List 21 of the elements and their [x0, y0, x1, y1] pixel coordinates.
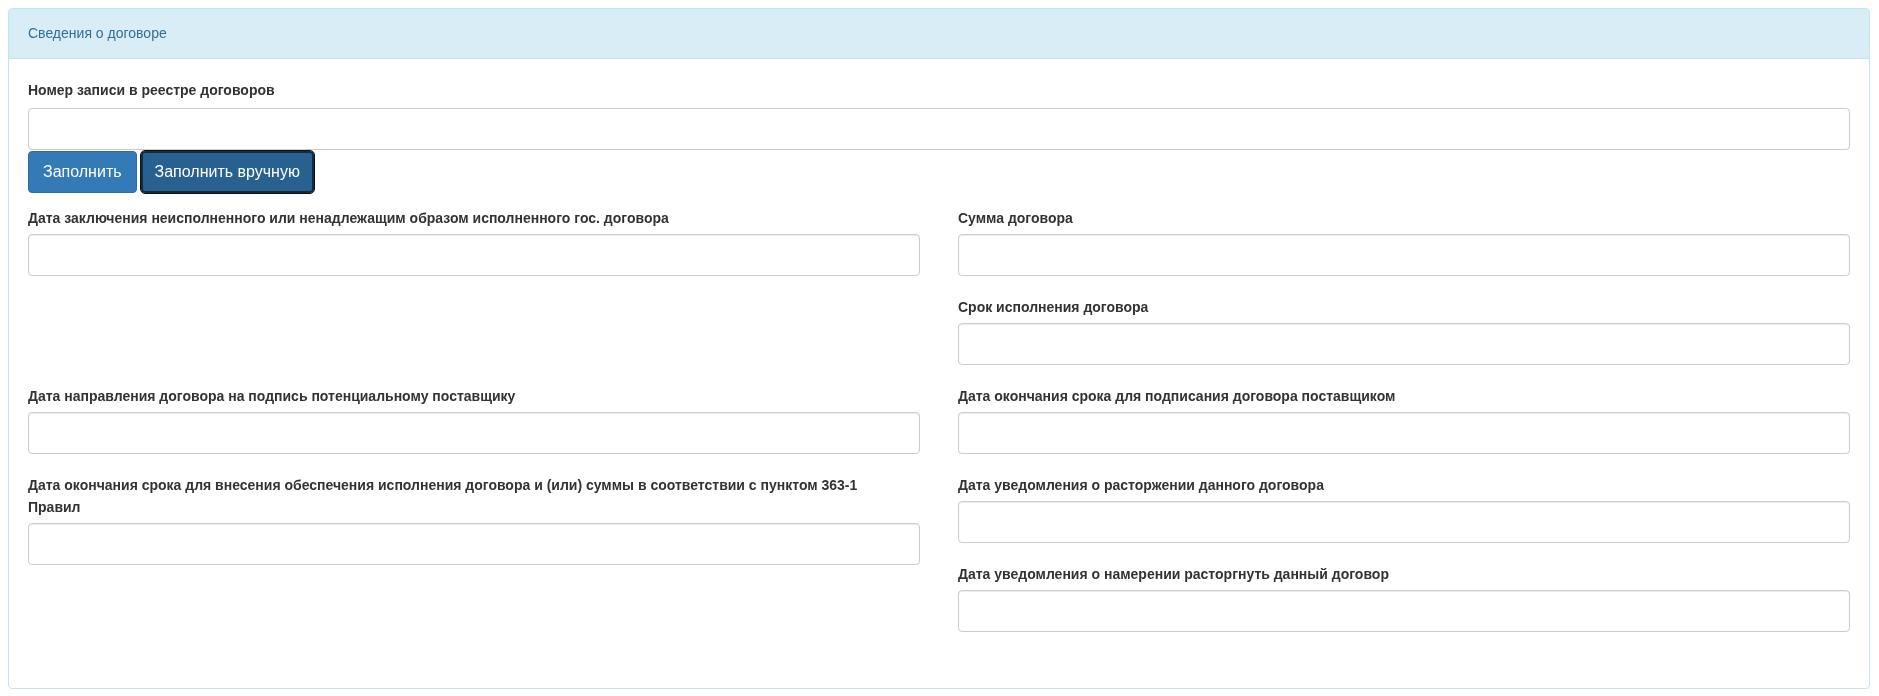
field-label: Дата окончания срока для внесения обеспечения исполнения договора и (или) суммы в соответствии с пунктом 363-1 Правил [28, 476, 859, 517]
input-field[interactable] [28, 523, 920, 565]
input-field[interactable] [958, 323, 1850, 365]
fill-button[interactable]: Заполнить [28, 151, 137, 193]
input-field[interactable] [958, 590, 1850, 632]
input-field[interactable] [958, 234, 1850, 276]
field-label: Срок исполнения договора [958, 298, 1150, 317]
input-field[interactable] [958, 412, 1850, 454]
fill-button[interactable]: Заполнить вручную [140, 151, 314, 193]
input-field[interactable] [958, 501, 1850, 543]
input-field[interactable] [28, 108, 1850, 150]
field-label: Дата заключения неисполненного или ненадлежащим образом исполненного гос. договора [28, 209, 670, 228]
input-field[interactable] [28, 412, 920, 454]
panel-title: Сведения о договоре [28, 24, 167, 43]
field-label: Сумма договора [958, 209, 1074, 228]
input-field[interactable] [28, 234, 920, 276]
field-label: Дата направления договора на подпись потенциальному поставщику [28, 387, 517, 406]
field-label: Дата уведомления о намерении расторгнуть данный договор [958, 565, 1390, 584]
field-label: Дата окончания срока для подписания договора поставщиком [958, 387, 1397, 406]
field-label: Номер записи в реестре договоров [28, 81, 276, 100]
field-label: Дата уведомления о расторжении данного договора [958, 476, 1325, 495]
